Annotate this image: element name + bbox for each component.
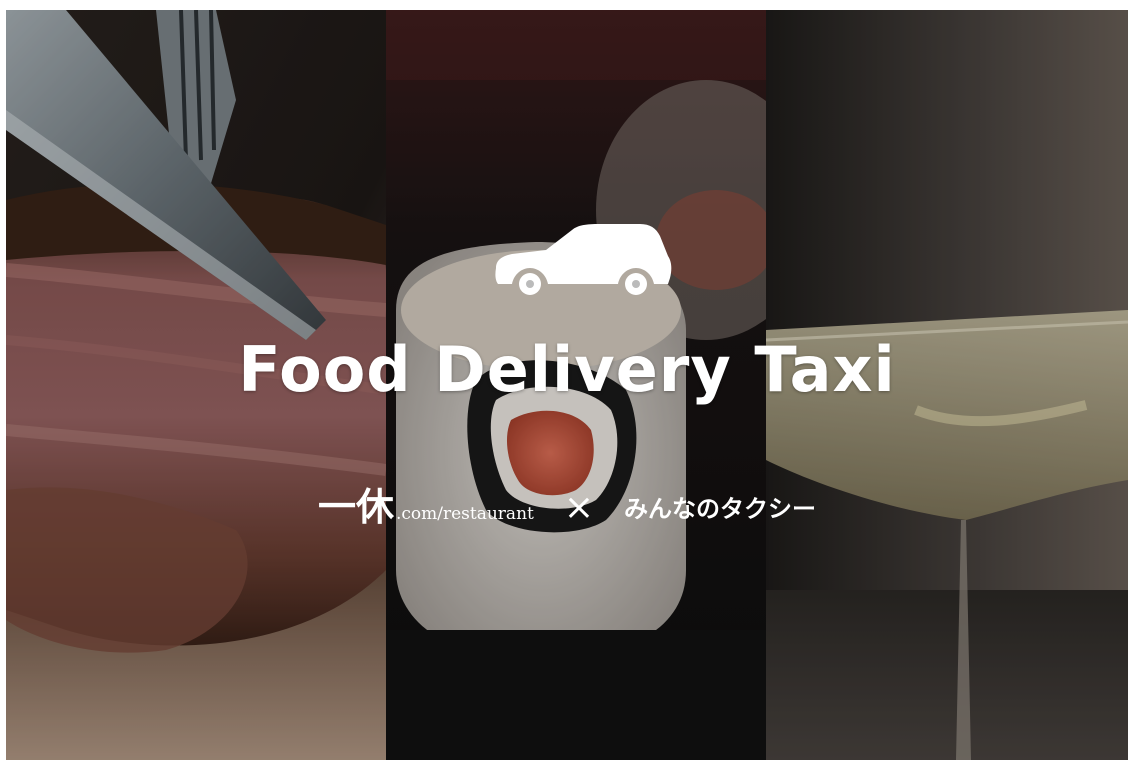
ikkyu-logo-domain: .com/restaurant <box>395 504 534 524</box>
ikkyu-logo-kanji: 一休 <box>317 484 394 529</box>
cross-icon: × <box>563 487 595 528</box>
partner-logos: 一休 .com/restaurant × みんなのタクシー <box>6 488 1128 526</box>
hero-title: Food Delivery Taxi <box>238 333 896 406</box>
ikkyu-logo: 一休 .com/restaurant <box>318 488 534 526</box>
hero-banner: Food Delivery Taxi 一休 .com/restaurant × … <box>6 10 1128 760</box>
car-icon <box>495 224 672 295</box>
minna-taxi-logo: みんなのタクシー <box>624 494 817 523</box>
